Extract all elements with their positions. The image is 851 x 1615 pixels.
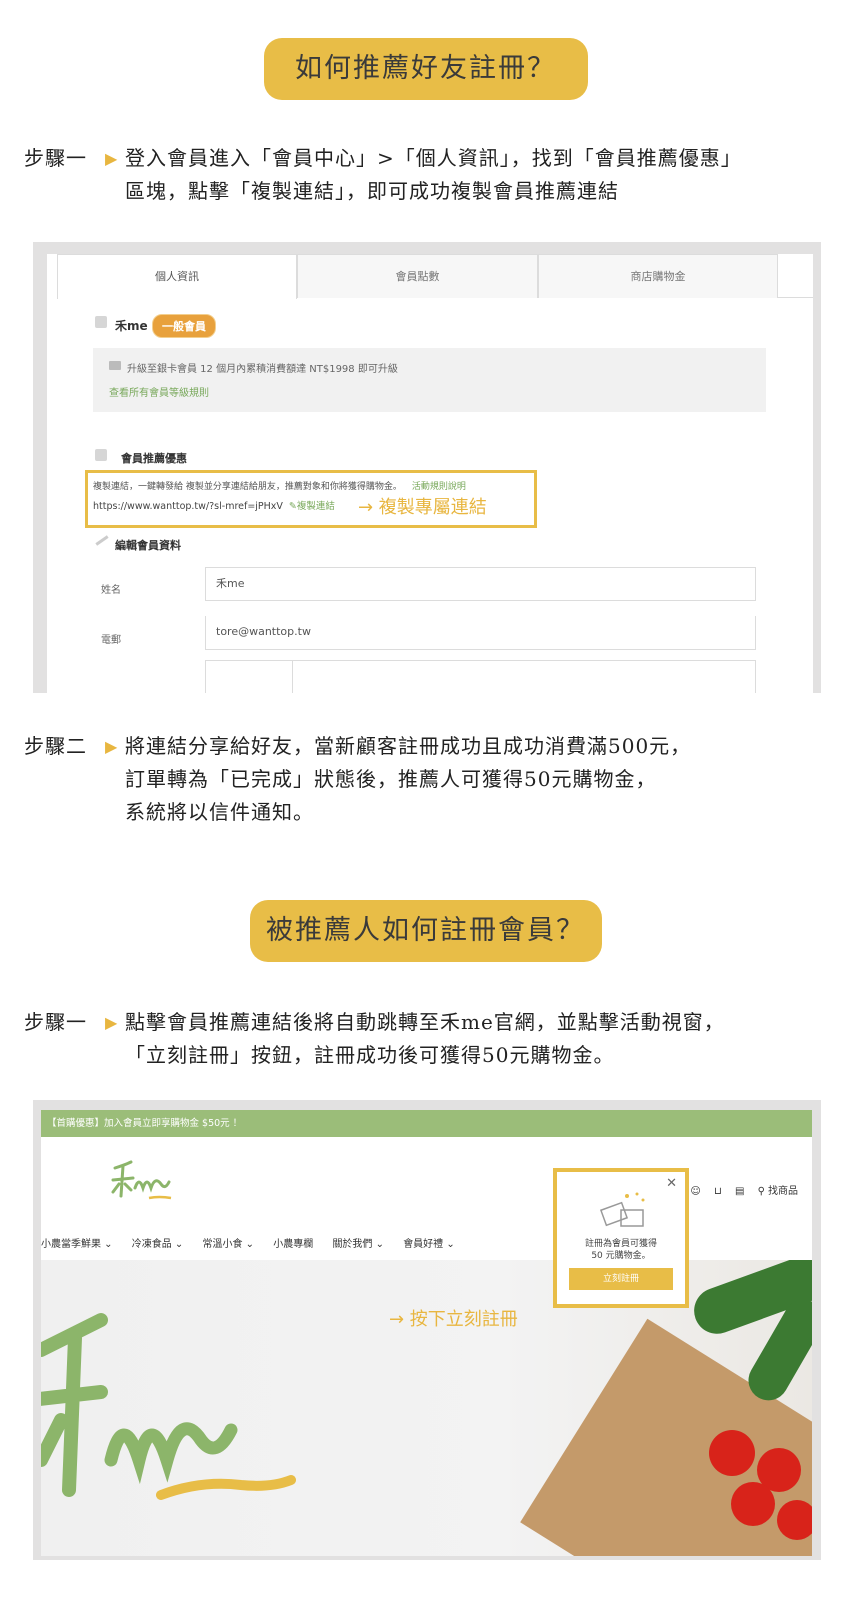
homepage-screenshot: 【首購優惠】加入會員立即享購物金 $50元 ！ ☺ ⊔ ▤ ⚲ 找商品 小農當季鮮…: [33, 1100, 821, 1560]
tab-personal-info[interactable]: 個人資訊: [57, 254, 297, 299]
step-line: 登入會員進入「會員中心」>「個人資訊」，找到「會員推薦優惠」: [125, 146, 742, 170]
edit-profile-title: 編輯會員資料: [115, 539, 181, 552]
referral-url: https://www.wanttop.tw/?sl-mref=jPHxV: [93, 501, 283, 512]
tab-store-credit[interactable]: 商店購物金: [538, 254, 778, 298]
referral-description: 複製連結，一鍵轉發給 複製並分享連結給朋友，推薦對象和你將獲得購物金。 活動規則說…: [93, 479, 466, 492]
step-line: 將連結分享給好友，當新顧客註冊成功且成功消費滿500元，: [125, 734, 692, 758]
section1-step1: 步驟一 ▶ 登入會員進入「會員中心」>「個人資訊」，找到「會員推薦優惠」 區塊，…: [24, 142, 844, 212]
popup-message-line: 註冊為會員可獲得: [584, 1239, 657, 1249]
register-now-button[interactable]: 立刻註冊: [569, 1268, 673, 1290]
copy-link-label: 複製連結: [296, 501, 335, 512]
step-line: 訂單轉為「已完成」狀態後，推薦人可獲得50元購物金，: [125, 767, 657, 791]
member-tier-badge: 一般會員: [152, 314, 216, 338]
promo-banner[interactable]: 【首購優惠】加入會員立即享購物金 $50元 ！: [41, 1110, 812, 1137]
tomato-image: [709, 1430, 755, 1476]
user-icon: [95, 449, 107, 461]
upgrade-info-box: 升級至銀卡會員 12 個月內累積消費額達 NT$1998 即可升級 查看所有會員…: [93, 348, 766, 412]
nav-item-about[interactable]: 關於我們 ⌄: [332, 1239, 384, 1250]
copy-link-button[interactable]: ✎複製連結: [289, 501, 335, 512]
tab-member-points[interactable]: 會員點數: [297, 254, 538, 298]
nav-item-fresh-fruit[interactable]: 小農當季鮮果 ⌄: [41, 1239, 113, 1250]
step-label: 步驟二: [24, 734, 87, 758]
search-label[interactable]: 找商品: [768, 1186, 798, 1197]
card-icon: [109, 361, 121, 370]
homepage-panel: 【首購優惠】加入會員立即享購物金 $50元 ！ ☺ ⊔ ▤ ⚲ 找商品 小農當季鮮…: [41, 1110, 812, 1556]
copy-link-callout: → 複製專屬連結: [358, 497, 487, 518]
step-text: 登入會員進入「會員中心」>「個人資訊」，找到「會員推薦優惠」 區塊，點擊「複製連…: [125, 142, 825, 208]
site-logo[interactable]: [109, 1158, 189, 1208]
step-line: 區塊，點擊「複製連結」，即可成功複製會員推薦連結: [125, 179, 619, 203]
tab-bar: 個人資訊 會員點數 商店購物金: [57, 254, 813, 299]
referral-url-row: https://www.wanttop.tw/?sl-mref=jPHxV ✎複製…: [93, 498, 335, 512]
referral-section-title: 會員推薦優惠: [121, 452, 187, 465]
user-icon: [95, 316, 107, 328]
member-center-panel: 個人資訊 會員點數 商店購物金 禾me 一般會員 升級至銀卡會員 12 個月內累…: [47, 254, 813, 693]
name-field[interactable]: 禾me: [205, 567, 756, 601]
referral-highlight-box: 複製連結，一鍵轉發給 複製並分享連結給朋友，推薦對象和你將獲得購物金。 活動規則說…: [85, 470, 537, 528]
section2-step1: 步驟一 ▶ 點擊會員推薦連結後將自動跳轉至禾me官網，並點擊活動視窗， 「立刻註…: [24, 1006, 844, 1076]
tomato-image: [731, 1482, 775, 1526]
triangle-arrow-icon: ▶: [105, 149, 119, 168]
email-label: 電郵: [101, 635, 121, 646]
step-line: 點擊會員推薦連結後將自動跳轉至禾me官網，並點擊活動視窗，: [125, 1010, 725, 1034]
main-nav: 小農當季鮮果 ⌄ 冷凍食品 ⌄ 常溫小食 ⌄ 小農專欄 關於我們 ⌄ 會員好禮 …: [41, 1235, 471, 1250]
cart-icon[interactable]: ⊔: [714, 1186, 722, 1197]
nav-item-member-gifts[interactable]: 會員好禮 ⌄: [403, 1239, 455, 1250]
nav-item-frozen[interactable]: 冷凍食品 ⌄: [132, 1239, 184, 1250]
step-label: 步驟一: [24, 146, 87, 170]
triangle-arrow-icon: ▶: [105, 737, 119, 756]
tomato-image: [777, 1500, 812, 1540]
upgrade-text: 升級至銀卡會員 12 個月內累積消費額達 NT$1998 即可升級: [127, 364, 398, 375]
logo-mark: [111, 1160, 172, 1200]
nav-item-snacks[interactable]: 常溫小食 ⌄: [203, 1239, 255, 1250]
referral-rules-link[interactable]: 活動規則說明: [412, 482, 466, 492]
search-icon[interactable]: ⚲: [758, 1186, 765, 1197]
popup-message: 註冊為會員可獲得 50 元購物金。: [557, 1238, 685, 1262]
triangle-arrow-icon: ▶: [105, 1013, 119, 1032]
hero-logo-script: [41, 1313, 296, 1500]
header-icons: ☺ ⊔ ▤ ⚲ 找商品: [680, 1182, 798, 1197]
step-label: 步驟一: [24, 1010, 87, 1034]
nav-item-column[interactable]: 小農專欄: [273, 1239, 313, 1250]
phone-field[interactable]: [205, 660, 756, 693]
register-callout: → 按下立刻註冊: [389, 1309, 518, 1330]
close-icon[interactable]: ✕: [666, 1176, 677, 1191]
step-line: 系統將以信件通知。: [125, 800, 314, 824]
step-line: 「立刻註冊」按鈕，註冊成功後可獲得50元購物金。: [125, 1043, 615, 1067]
section1-title: 如何推薦好友註冊？: [263, 38, 588, 100]
step-text: 將連結分享給好友，當新顧客註冊成功且成功消費滿500元， 訂單轉為「已完成」狀態…: [125, 730, 825, 829]
name-label: 姓名: [101, 585, 121, 596]
user-name: 禾me: [115, 319, 148, 333]
pencil-icon: [95, 535, 109, 546]
section2-title: 被推薦人如何註冊會員？: [249, 900, 602, 962]
member-center-screenshot: 個人資訊 會員點數 商店購物金 禾me 一般會員 升級至銀卡會員 12 個月內累…: [33, 242, 821, 693]
email-field[interactable]: tore@wanttop.tw: [205, 616, 756, 650]
step-text: 點擊會員推薦連結後將自動跳轉至禾me官網，並點擊活動視窗， 「立刻註冊」按鈕，註…: [125, 1006, 825, 1072]
tier-rules-link[interactable]: 查看所有會員等級規則: [109, 384, 209, 399]
account-icon[interactable]: ☺: [690, 1186, 700, 1197]
popup-message-line: 50 元購物金。: [591, 1251, 651, 1261]
signup-popup: ✕ 註冊為會員可獲得 50 元購物金。 立刻註冊: [553, 1168, 689, 1308]
section1-step2: 步驟二 ▶ 將連結分享給好友，當新顧客註冊成功且成功消費滿500元， 訂單轉為「…: [24, 730, 844, 830]
referral-desc-text: 複製連結，一鍵轉發給 複製並分享連結給朋友，推薦對象和你將獲得購物金。: [93, 482, 402, 492]
gift-card-icon: [599, 1192, 645, 1227]
orders-icon[interactable]: ▤: [735, 1186, 744, 1197]
